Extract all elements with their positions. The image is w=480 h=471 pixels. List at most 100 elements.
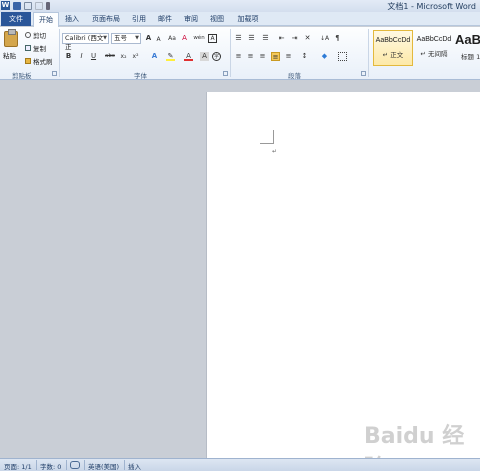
char-shading-icon[interactable]: A xyxy=(200,52,209,61)
group-divider xyxy=(368,29,369,77)
align-center-icon[interactable]: ≡ xyxy=(246,52,255,61)
chevron-down-icon: ▼ xyxy=(103,35,107,41)
format-painter-label: 格式刷 xyxy=(33,58,53,66)
distributed-icon[interactable]: ≡ xyxy=(284,52,293,61)
show-marks-icon[interactable]: ¶ xyxy=(333,34,342,43)
text-effects-icon[interactable]: A xyxy=(150,52,159,61)
justify-icon[interactable]: ≡ xyxy=(271,52,280,61)
tab-page-layout[interactable]: 页面布局 xyxy=(86,12,126,26)
paragraph-group-label: 段落 xyxy=(288,72,301,80)
tab-mailings[interactable]: 邮件 xyxy=(154,12,176,26)
tab-addins[interactable]: 加载项 xyxy=(232,12,264,26)
numbering-icon[interactable]: ☰ xyxy=(247,34,256,43)
paste-button-label[interactable]: 粘贴 xyxy=(3,50,16,60)
multilevel-list-icon[interactable]: ☰ xyxy=(261,34,270,43)
status-page[interactable]: 页面: 1/1 xyxy=(4,461,32,471)
shrink-font-icon[interactable]: A xyxy=(154,35,163,44)
redo-icon[interactable] xyxy=(35,1,43,10)
ribbon: 粘贴 剪切 复制 格式刷 剪贴板 Calibri (西文正 ▼ 五号 ▼ A A… xyxy=(0,27,480,80)
shading-icon[interactable]: ◆ xyxy=(320,52,329,61)
format-painter-button[interactable]: 格式刷 xyxy=(25,56,53,66)
tab-review[interactable]: 审阅 xyxy=(180,12,202,26)
grow-font-icon[interactable]: A xyxy=(144,34,153,43)
status-divider xyxy=(36,460,37,470)
style-heading-1[interactable]: AaB 标题 1 xyxy=(455,30,480,66)
cut-button[interactable]: 剪切 xyxy=(25,30,46,40)
ribbon-tabs: 文件 开始 插入 页面布局 引用 邮件 审阅 视图 加载项 xyxy=(0,12,480,27)
word-logo-icon[interactable]: W xyxy=(1,1,10,10)
style-normal[interactable]: AaBbCcDd ↵ 正文 xyxy=(373,30,413,66)
scissors-icon xyxy=(25,32,31,38)
title-bar: W 文档1 - Microsoft Word xyxy=(0,0,480,12)
copy-button[interactable]: 复制 xyxy=(25,43,46,53)
font-size-select[interactable]: 五号 ▼ xyxy=(111,33,141,44)
font-group-label: 字体 xyxy=(134,72,147,80)
status-insert-mode[interactable]: 插入 xyxy=(128,461,141,471)
clipboard-group-label: 剪贴板 xyxy=(12,72,32,80)
font-color-icon[interactable]: A xyxy=(184,52,193,61)
phonetic-guide-icon[interactable]: wén xyxy=(192,34,206,43)
tab-view[interactable]: 视图 xyxy=(206,12,228,26)
copy-label: 复制 xyxy=(33,45,46,53)
status-divider xyxy=(66,460,67,470)
style-sample: AaB xyxy=(455,32,480,47)
status-bar: 页面: 1/1 字数: 0 英语(美国) 插入 xyxy=(0,458,480,471)
strikethrough-button[interactable]: abc xyxy=(104,52,116,61)
chinese-layout-icon[interactable]: ✕ xyxy=(303,34,312,43)
sort-icon[interactable]: ↓A xyxy=(320,34,329,43)
style-name: 标题 1 xyxy=(461,53,480,61)
font-name-value: Calibri (西文正 xyxy=(65,34,104,51)
bullets-icon[interactable]: ☰ xyxy=(234,34,243,43)
char-border-icon[interactable]: A xyxy=(208,34,217,43)
subscript-button[interactable]: x₂ xyxy=(119,52,128,61)
paste-icon[interactable] xyxy=(4,29,18,47)
font-size-value: 五号 xyxy=(114,34,127,42)
status-word-count[interactable]: 字数: 0 xyxy=(40,461,61,471)
cut-label: 剪切 xyxy=(33,32,46,40)
line-spacing-icon[interactable]: ↕ xyxy=(300,52,309,61)
clear-format-icon[interactable]: A xyxy=(180,34,189,43)
borders-icon[interactable] xyxy=(338,52,347,61)
save-icon[interactable] xyxy=(13,1,21,10)
status-language[interactable]: 英语(美国) xyxy=(88,461,119,471)
quick-access-toolbar: W xyxy=(1,1,50,10)
change-case-icon[interactable]: Aa xyxy=(166,34,178,43)
highlight-icon[interactable]: ✎ xyxy=(166,52,175,61)
align-left-icon[interactable]: ≡ xyxy=(234,52,243,61)
tab-references[interactable]: 引用 xyxy=(128,12,150,26)
underline-button[interactable]: U xyxy=(89,52,98,61)
brush-icon xyxy=(25,58,31,64)
style-no-spacing[interactable]: AaBbCcDd ↵ 无间隔 xyxy=(414,30,454,66)
undo-icon[interactable] xyxy=(24,1,32,10)
align-right-icon[interactable]: ≡ xyxy=(258,52,267,61)
window-title: 文档1 - Microsoft Word xyxy=(387,2,476,11)
document-page[interactable] xyxy=(206,92,480,458)
group-divider xyxy=(230,29,231,77)
style-sample: AaBbCcDd xyxy=(375,37,411,44)
chevron-down-icon: ▼ xyxy=(135,35,139,41)
decrease-indent-icon[interactable]: ⇤ xyxy=(277,34,286,43)
status-divider xyxy=(124,460,125,470)
style-sample: AaBbCcDd xyxy=(416,36,452,43)
italic-button[interactable]: I xyxy=(77,52,86,61)
increase-indent-icon[interactable]: ⇥ xyxy=(290,34,299,43)
paragraph-dialog-launcher[interactable] xyxy=(361,71,366,76)
bold-button[interactable]: B xyxy=(64,52,73,61)
clipboard-dialog-launcher[interactable] xyxy=(52,71,57,76)
group-divider xyxy=(59,29,60,77)
superscript-button[interactable]: x² xyxy=(131,52,140,61)
font-name-select[interactable]: Calibri (西文正 ▼ xyxy=(62,33,109,51)
font-dialog-launcher[interactable] xyxy=(223,71,228,76)
paragraph-mark-icon: ↵ xyxy=(272,148,278,155)
enclose-char-icon[interactable]: 字 xyxy=(212,52,221,61)
style-name: ↵ 正文 xyxy=(382,51,404,59)
margin-corner-mark xyxy=(260,130,274,144)
status-divider xyxy=(84,460,85,470)
customize-qat-icon[interactable] xyxy=(46,1,50,10)
proofing-icon[interactable] xyxy=(70,461,80,469)
tab-home[interactable]: 开始 xyxy=(33,12,59,27)
tab-insert[interactable]: 插入 xyxy=(60,12,84,26)
tab-file[interactable]: 文件 xyxy=(1,12,31,26)
copy-icon xyxy=(25,45,31,51)
style-name: ↵ 无间隔 xyxy=(420,50,448,58)
